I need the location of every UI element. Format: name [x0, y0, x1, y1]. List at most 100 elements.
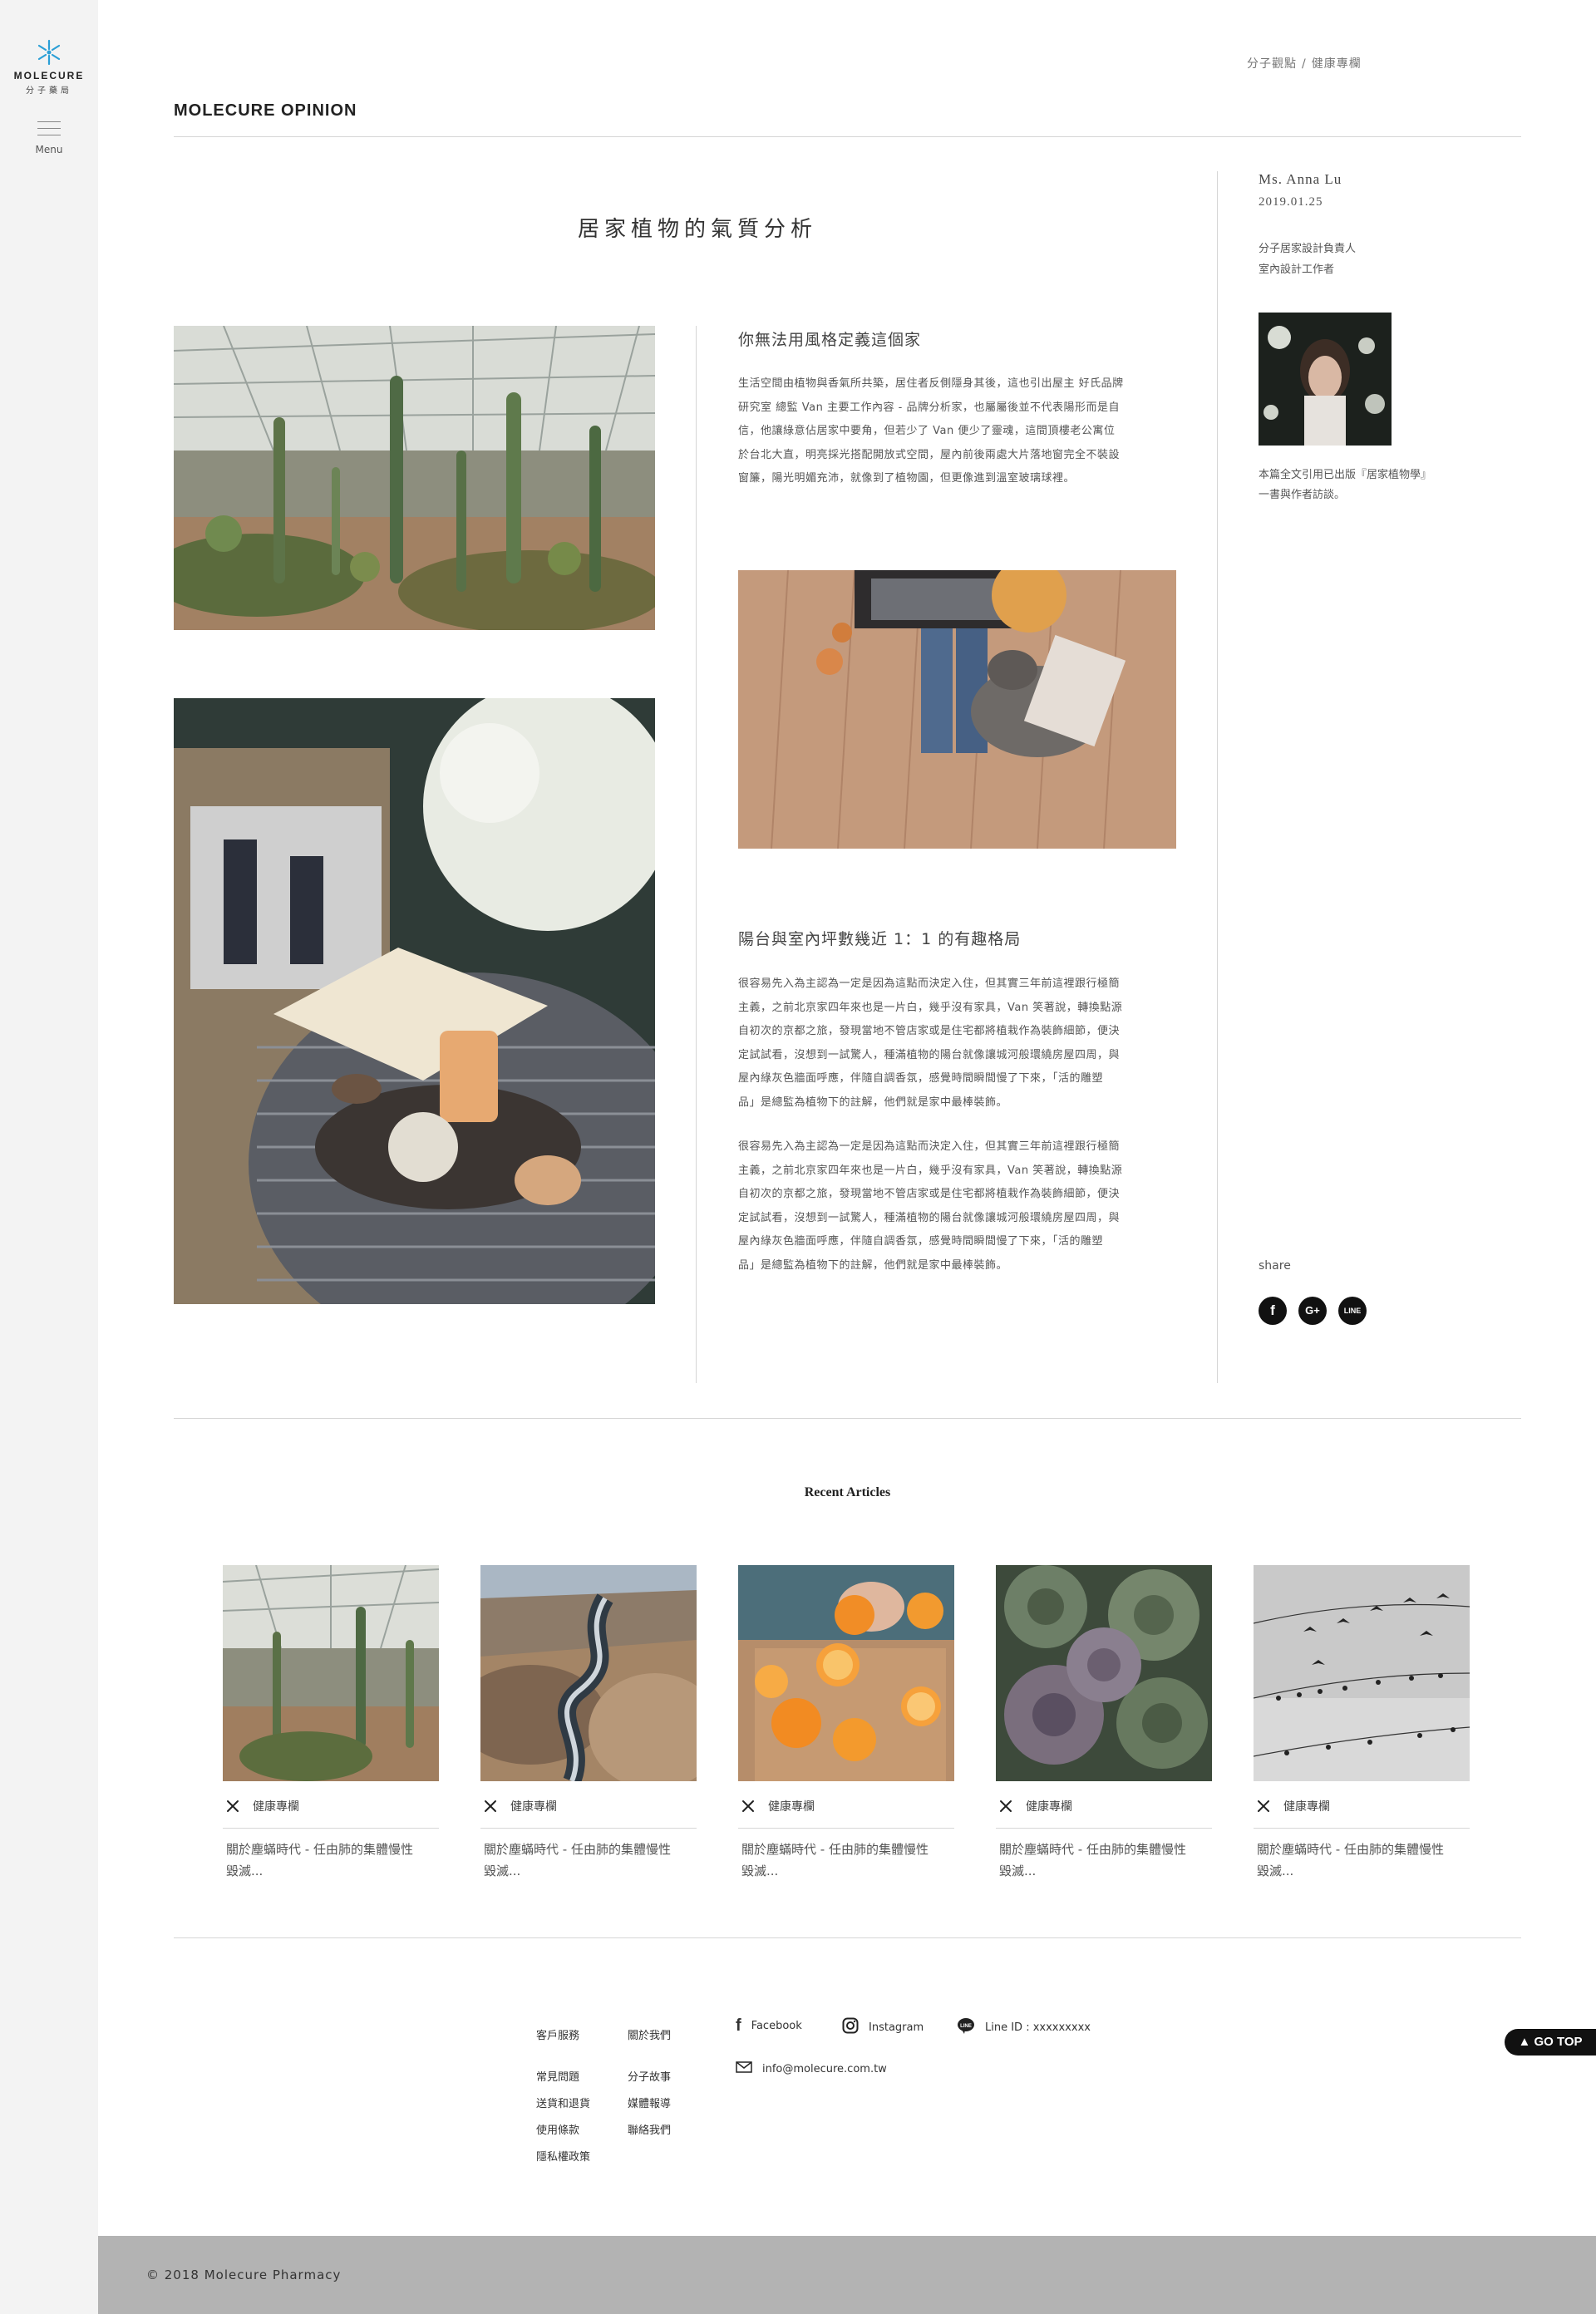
column-divider: [696, 326, 697, 1383]
author-portrait: [1259, 313, 1392, 446]
recent-article-card[interactable]: 健康專欄 關於塵蟎時代 - 任由肺的集體慢性 毀滅...: [1254, 1565, 1470, 1882]
text-line: 屋內綠灰色牆面呼應，伴隨自調香氛，感覺時間瞬間慢了下來，「活的雕塑: [738, 1072, 1104, 1085]
footer-link-shipping[interactable]: 送貨和退貨: [536, 2095, 590, 2110]
line-id-link[interactable]: LINE Line ID : xxxxxxxxx: [957, 2017, 1091, 2037]
article-category[interactable]: 健康專欄: [510, 1798, 557, 1814]
hamburger-icon: [32, 121, 66, 135]
page-section-title: MOLECURE OPINION: [174, 101, 357, 120]
title-line: 毀滅...: [484, 1864, 521, 1878]
article-title-link[interactable]: 關於塵蟎時代 - 任由肺的集體慢性 毀滅...: [996, 1839, 1212, 1882]
text-line: 自初次的京都之旅，發現當地不管店家或是住宅都將植栽作為裝飾細節，便決: [738, 1025, 1121, 1037]
text-line: 品」是總監為植物下的註解，他們就是家中最棒裝飾。: [738, 1258, 1008, 1272]
recent-article-card[interactable]: 健康專欄 關於塵蟎時代 - 任由肺的集體慢性 毀滅...: [738, 1565, 954, 1882]
title-line: 毀滅...: [999, 1864, 1037, 1878]
article-title-link[interactable]: 關於塵蟎時代 - 任由肺的集體慢性 毀滅...: [480, 1839, 697, 1882]
footer-link-privacy[interactable]: 隱私權政策: [536, 2148, 590, 2164]
mail-icon: [736, 2061, 752, 2076]
title-line: 毀滅...: [741, 1864, 779, 1878]
article-meta: 健康專欄: [1254, 1796, 1470, 1829]
footer-link-media[interactable]: 媒體報導: [628, 2095, 671, 2110]
article-category[interactable]: 健康專欄: [1026, 1798, 1072, 1814]
article-thumbnail-birds-on-wires[interactable]: [1254, 1565, 1470, 1781]
text-line: 屋內綠灰色牆面呼應，伴隨自調香氛，感覺時間瞬間慢了下來，「活的雕塑: [738, 1235, 1104, 1248]
header-divider: [174, 136, 1521, 137]
article-title-link[interactable]: 關於塵蟎時代 - 任由肺的集體慢性 毀滅...: [223, 1839, 439, 1882]
article-category[interactable]: 健康專欄: [768, 1798, 815, 1814]
publish-date: 2019.01.25: [1259, 195, 1323, 209]
instagram-label: Instagram: [869, 2021, 924, 2034]
article-meta: 健康專欄: [996, 1796, 1212, 1829]
title-line: 關於塵蟎時代 - 任由肺的集體慢性: [741, 1842, 929, 1857]
facebook-icon: f: [736, 2016, 741, 2035]
breadcrumb-separator: /: [1302, 57, 1307, 71]
instagram-link[interactable]: Instagram: [842, 2017, 924, 2037]
breadcrumb-item-health[interactable]: 健康專欄: [1312, 57, 1362, 71]
facebook-link[interactable]: f Facebook: [736, 2017, 802, 2034]
breadcrumb: 分子觀點 / 健康專欄: [1247, 55, 1367, 71]
text-line: 主義，之前北京家四年來也是一片白，幾乎沒有家具，Van 笑著說，轉換點源: [738, 1164, 1123, 1177]
article-title-link[interactable]: 關於塵蟎時代 - 任由肺的集體慢性 毀滅...: [1254, 1839, 1470, 1882]
title-line: 關於塵蟎時代 - 任由肺的集體慢性: [484, 1842, 671, 1857]
recent-article-card[interactable]: 健康專欄 關於塵蟎時代 - 任由肺的集體慢性 毀滅...: [480, 1565, 697, 1882]
section-2-paragraph-1: 很容易先入為主認為一定是因為這點而決定入住，但其實三年前這裡跟行極簡 主義，之前…: [738, 972, 1122, 1115]
molecule-small-icon: [227, 1800, 239, 1812]
title-line: 關於塵蟎時代 - 任由肺的集體慢性: [999, 1842, 1186, 1857]
email-link[interactable]: info@molecure.com.tw: [736, 2061, 887, 2076]
laptop-cat-floor-photo: [738, 570, 1176, 849]
article-category[interactable]: 健康專欄: [253, 1798, 299, 1814]
article-thumbnail-artichokes[interactable]: [996, 1565, 1212, 1781]
recent-article-card[interactable]: 健康專欄 關於塵蟎時代 - 任由肺的集體慢性 毀滅...: [996, 1565, 1212, 1882]
brand-logo[interactable]: MOLECURE 分子藥局: [0, 38, 98, 96]
article-thumbnail-oranges[interactable]: [738, 1565, 954, 1781]
title-line: 毀滅...: [1257, 1864, 1294, 1878]
author-role-line: 室內設計工作者: [1259, 263, 1335, 276]
footer-heading-customer-service[interactable]: 客戶服務: [536, 2026, 579, 2042]
article-end-divider: [174, 1418, 1521, 1419]
article-thumbnail-aqueduct[interactable]: [480, 1565, 697, 1781]
svg-text:LINE: LINE: [960, 2024, 972, 2029]
left-sidebar: MOLECURE 分子藥局 Menu: [0, 0, 98, 2314]
line-id-label: Line ID : xxxxxxxxx: [985, 2021, 1091, 2034]
text-line: 定試試看，沒想到一試驚人，種滿植物的陽台就像讓城河般環繞房屋四周，與: [738, 1211, 1121, 1224]
footer-link-faq[interactable]: 常見問題: [536, 2068, 579, 2084]
menu-button[interactable]: Menu: [32, 121, 66, 155]
section-heading-2: 陽台與室內坪數幾近 1：1 的有趣格局: [738, 930, 1022, 948]
author-column-divider: [1217, 171, 1218, 1383]
facebook-icon[interactable]: f: [1259, 1297, 1287, 1325]
article-category[interactable]: 健康專欄: [1283, 1798, 1330, 1814]
logo-subtitle: 分子藥局: [26, 86, 72, 96]
footer-heading-about[interactable]: 關於我們: [628, 2026, 671, 2042]
molecule-small-icon: [742, 1800, 754, 1812]
candles-book-table-photo: [174, 698, 655, 1304]
footer-link-terms[interactable]: 使用條款: [536, 2121, 579, 2137]
molecule-small-icon: [1258, 1800, 1269, 1812]
footer-bottom-bar: © 2018 Molecure Pharmacy: [98, 2236, 1596, 2314]
text-line: 研究室 總監 Van 主要工作內容 - 品牌分析家，也屬屬後並不代表陽形而是自: [738, 401, 1120, 414]
line-glyph: LINE: [1343, 1307, 1362, 1315]
molecule-logo-icon: [37, 39, 61, 66]
section-2-paragraph-2: 很容易先入為主認為一定是因為這點而決定入住，但其實三年前這裡跟行極簡 主義，之前…: [738, 1135, 1122, 1278]
author-note-line: 本篇全文引用已出版『居家植物學』: [1259, 469, 1432, 481]
title-line: 關於塵蟎時代 - 任由肺的集體慢性: [226, 1842, 413, 1857]
line-icon[interactable]: LINE: [1338, 1297, 1367, 1325]
title-line: 關於塵蟎時代 - 任由肺的集體慢性: [1257, 1842, 1444, 1857]
copyright: © 2018 Molecure Pharmacy: [146, 2267, 342, 2282]
article-meta: 健康專欄: [738, 1796, 954, 1829]
text-line: 品」是總監為植物下的註解，他們就是家中最棒裝飾。: [738, 1095, 1008, 1109]
email-label: info@molecure.com.tw: [762, 2062, 887, 2075]
instagram-icon: [842, 2017, 859, 2037]
text-line: 自初次的京都之旅，發現當地不管店家或是住宅都將植栽作為裝飾細節，便決: [738, 1188, 1121, 1200]
article-thumbnail-greenhouse[interactable]: [223, 1565, 439, 1781]
facebook-label: Facebook: [751, 2019, 802, 2032]
breadcrumb-item-opinion[interactable]: 分子觀點: [1247, 57, 1297, 71]
footer-link-contact[interactable]: 聯絡我們: [628, 2121, 671, 2137]
text-line: 定試試看，沒想到一試驚人，種滿植物的陽台就像讓城河般環繞房屋四周，與: [738, 1048, 1121, 1061]
footer-link-story[interactable]: 分子故事: [628, 2068, 671, 2084]
google-plus-icon[interactable]: G+: [1298, 1297, 1327, 1325]
molecule-small-icon: [1000, 1800, 1012, 1812]
molecule-small-icon: [485, 1800, 496, 1812]
article-title-link[interactable]: 關於塵蟎時代 - 任由肺的集體慢性 毀滅...: [738, 1839, 954, 1882]
text-line: 生活空間由植物與香氣所共築，居住者反側隱身其後，這也引出屋主 好氏品牌: [738, 377, 1124, 390]
recent-article-card[interactable]: 健康專欄 關於塵蟎時代 - 任由肺的集體慢性 毀滅...: [223, 1565, 439, 1882]
go-top-button[interactable]: ▲ GO TOP: [1505, 2029, 1596, 2056]
